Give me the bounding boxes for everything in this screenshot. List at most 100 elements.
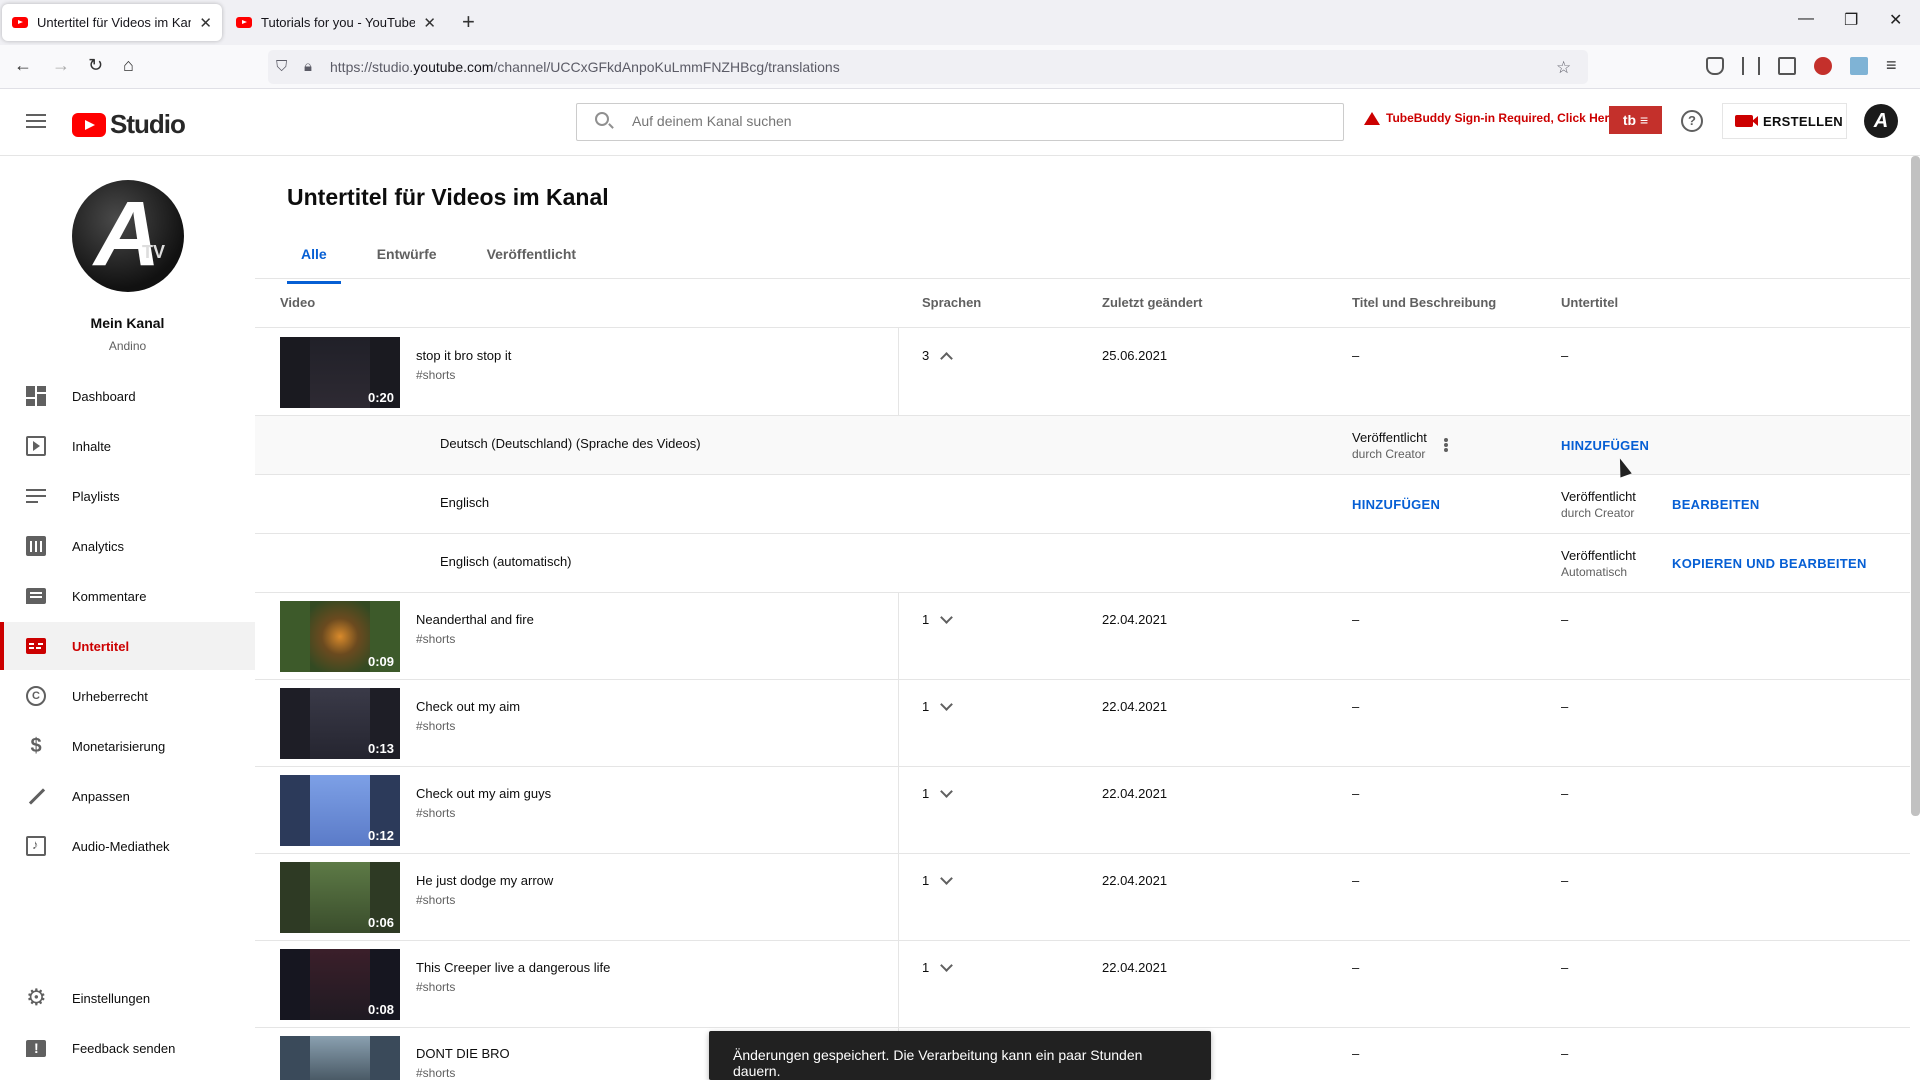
sidebar-item-kommentare[interactable]: Kommentare <box>0 572 255 620</box>
close-tab-icon[interactable]: ✕ <box>423 14 436 32</box>
settings-icon <box>26 984 47 1011</box>
shield-icon[interactable]: ⛉ <box>276 58 287 75</box>
sidebar-item-inhalte[interactable]: Inhalte <box>0 422 255 470</box>
sidebar-item-audio-mediathek[interactable]: Audio-Mediathek <box>0 822 255 870</box>
sidebar-item-feedback[interactable]: Feedback senden <box>0 1024 255 1072</box>
content-icon <box>26 436 46 456</box>
close-tab-icon[interactable]: ✕ <box>199 14 212 32</box>
url-text[interactable]: https://studio.youtube.com/channel/UCCxG… <box>330 59 840 75</box>
reload-icon[interactable]: ↻ <box>88 55 103 76</box>
forward-icon[interactable]: → <box>52 55 70 76</box>
sidebar-item-einstellungen[interactable]: Einstellungen <box>0 974 255 1022</box>
video-title[interactable]: stop it bro stop it <box>416 348 511 363</box>
copy-and-edit-button[interactable]: KOPIEREN UND BEARBEITEN <box>1672 556 1867 571</box>
video-description: #shorts <box>416 368 456 382</box>
chevron-up-icon[interactable] <box>940 352 953 365</box>
video-description: #shorts <box>416 806 456 820</box>
video-thumbnail[interactable]: 0:08 <box>280 949 400 1020</box>
bookmark-star-icon[interactable]: ☆ <box>1556 58 1571 78</box>
video-thumbnail[interactable]: 0:13 <box>280 688 400 759</box>
close-window-icon[interactable]: ✕ <box>1889 10 1902 30</box>
subtitles-status: – <box>1561 960 1569 975</box>
pocket-icon[interactable] <box>1706 57 1724 75</box>
create-button[interactable]: ERSTELLEN <box>1722 103 1847 139</box>
chevron-down-icon[interactable] <box>940 611 953 624</box>
extension-icon[interactable] <box>1850 57 1868 75</box>
restore-icon[interactable]: ❐ <box>1844 10 1858 30</box>
channel-search[interactable] <box>576 103 1344 141</box>
scrollbar[interactable] <box>1911 156 1920 816</box>
chevron-down-icon[interactable] <box>940 959 953 972</box>
add-title-description-button[interactable]: HINZUFÜGEN <box>1352 497 1440 512</box>
table-row[interactable]: 0:06 He just dodge my arrow #shorts 1 22… <box>255 854 1910 941</box>
new-tab-button[interactable]: + <box>462 9 475 35</box>
sidebar-item-dashboard[interactable]: Dashboard <box>0 372 255 420</box>
video-thumbnail[interactable]: 0:06 <box>280 862 400 933</box>
page-title: Untertitel für Videos im Kanal <box>287 184 609 210</box>
video-title[interactable]: Neanderthal and fire <box>416 612 534 627</box>
video-title[interactable]: Check out my aim <box>416 699 520 714</box>
channel-avatar[interactable] <box>72 180 184 292</box>
sidebar-item-untertitel[interactable]: Untertitel <box>0 622 255 670</box>
sidebar-item-urheberrecht[interactable]: C Urheberrecht <box>0 672 255 720</box>
library-icon[interactable] <box>1742 57 1760 75</box>
chevron-down-icon[interactable] <box>940 872 953 885</box>
sidebar-toggle-icon[interactable] <box>1778 57 1796 75</box>
lock-icon[interactable]: 🔒︎ <box>304 58 312 75</box>
tubebuddy-signin-link[interactable]: TubeBuddy Sign-in Required, Click Here <box>1364 111 1616 125</box>
title-description-status: – <box>1352 960 1360 975</box>
video-thumbnail[interactable]: 0:12 <box>280 775 400 846</box>
video-thumbnail[interactable]: 0:20 <box>280 337 400 408</box>
studio-logo[interactable]: Studio <box>72 109 186 140</box>
hamburger-menu-icon[interactable] <box>26 114 46 128</box>
adblock-extension-icon[interactable] <box>1814 57 1832 75</box>
video-thumbnail[interactable]: 0:09 <box>280 601 400 672</box>
home-icon[interactable]: ⌂ <box>123 55 134 76</box>
video-title[interactable]: Check out my aim guys <box>416 786 551 801</box>
browser-navbar: ← → ↻ ⌂ ⛉ 🔒︎ https://studio.youtube.com/… <box>0 45 1920 89</box>
table-row[interactable]: 0:12 Check out my aim guys #shorts 1 22.… <box>255 767 1910 854</box>
url-bar[interactable]: ⛉ 🔒︎ https://studio.youtube.com/channel/… <box>268 50 1588 84</box>
menu-icon[interactable]: ≡ <box>1886 55 1897 76</box>
browser-tab[interactable]: Tutorials for you - YouTube ✕ <box>226 4 446 41</box>
table-row[interactable]: 0:09 Neanderthal and fire #shorts 1 22.0… <box>255 593 1910 680</box>
video-title[interactable]: DONT DIE BRO <box>416 1046 510 1061</box>
video-duration: 0:06 <box>367 915 394 930</box>
browser-tab-active[interactable]: Untertitel für Videos im Kanal - ✕ <box>2 4 222 41</box>
video-thumbnail[interactable] <box>280 1036 400 1080</box>
sidebar-item-label: Feedback senden <box>72 1040 176 1056</box>
sidebar-item-label: Untertitel <box>72 638 130 654</box>
column-divider <box>898 941 899 1027</box>
table-row[interactable]: 0:08 This Creeper live a dangerous life … <box>255 941 1910 1028</box>
browser-tab-title: Untertitel für Videos im Kanal - <box>37 15 192 30</box>
tubebuddy-menu-button[interactable]: tb ≡ <box>1609 106 1662 134</box>
subtitles-status: Veröffentlicht Automatisch <box>1561 548 1636 579</box>
minimize-icon[interactable]: — <box>1798 10 1814 28</box>
sidebar-item-playlists[interactable]: Playlists <box>0 472 255 520</box>
back-icon[interactable]: ← <box>14 55 32 76</box>
last-modified-date: 22.04.2021 <box>1102 960 1168 975</box>
video-title[interactable]: This Creeper live a dangerous life <box>416 960 610 975</box>
sidebar-item-label: Playlists <box>72 488 120 504</box>
edit-subtitles-button[interactable]: BEARBEITEN <box>1672 497 1760 512</box>
sidebar-item-monetarisierung[interactable]: $ Monetarisierung <box>0 722 255 770</box>
search-input[interactable] <box>632 113 1282 129</box>
table-row[interactable]: 0:20 stop it bro stop it #shorts 3 25.06… <box>255 328 1910 416</box>
language-row: Englisch (automatisch) Veröffentlicht Au… <box>255 534 1910 593</box>
add-subtitles-button[interactable]: HINZUFÜGEN <box>1561 438 1649 453</box>
sidebar-item-analytics[interactable]: Analytics <box>0 522 255 570</box>
chevron-down-icon[interactable] <box>940 785 953 798</box>
analytics-icon <box>26 536 46 556</box>
main-content: Untertitel für Videos im Kanal Alle Entw… <box>255 156 1910 1080</box>
help-icon[interactable]: ? <box>1681 110 1703 132</box>
browser-tabstrip: Untertitel für Videos im Kanal - ✕ Tutor… <box>0 0 1920 45</box>
video-description: #shorts <box>416 1066 456 1080</box>
video-title[interactable]: He just dodge my arrow <box>416 873 553 888</box>
sidebar-item-anpassen[interactable]: Anpassen <box>0 772 255 820</box>
chevron-down-icon[interactable] <box>940 698 953 711</box>
account-avatar[interactable]: A <box>1864 104 1898 138</box>
table-row[interactable]: 0:13 Check out my aim #shorts 1 22.04.20… <box>255 680 1910 767</box>
more-options-icon[interactable] <box>1444 438 1448 442</box>
monetization-icon: $ <box>30 735 42 757</box>
title-description-status: – <box>1352 612 1360 627</box>
